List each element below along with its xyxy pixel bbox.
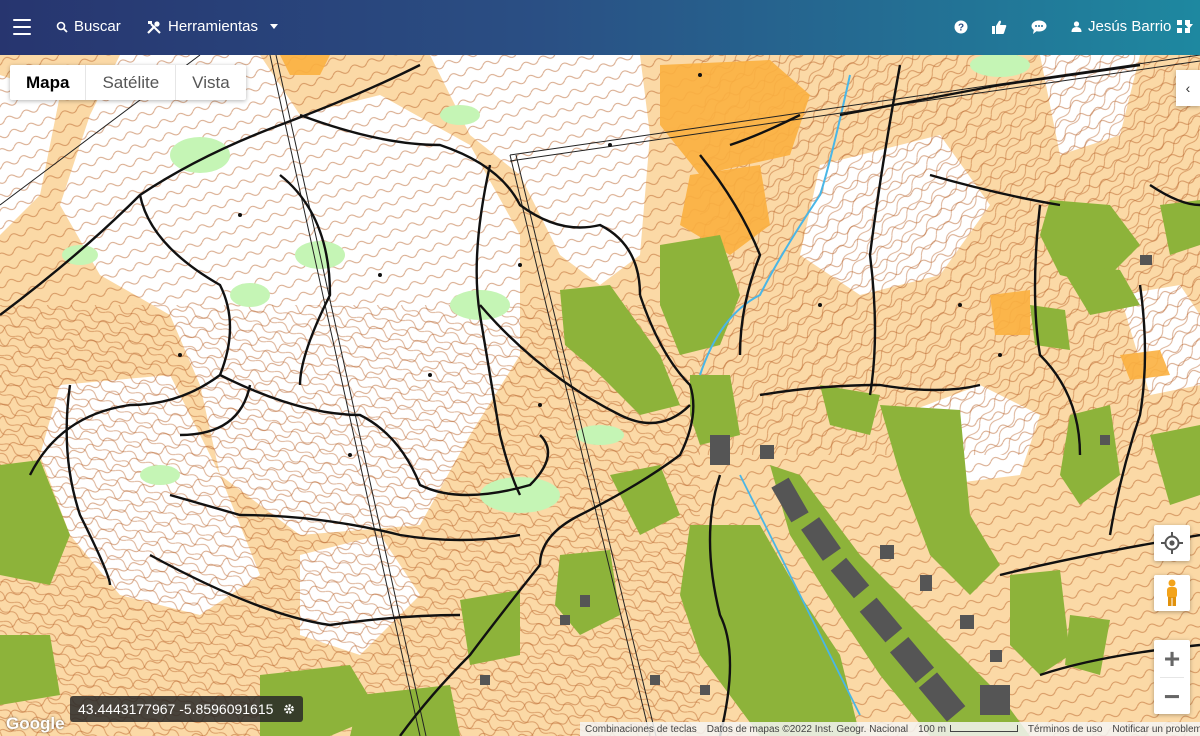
my-location-button[interactable]	[1154, 525, 1190, 561]
user-icon	[1071, 21, 1082, 32]
google-logo[interactable]: Google	[6, 714, 65, 734]
search-label: Buscar	[74, 18, 121, 35]
keyboard-shortcuts-link[interactable]: Combinaciones de teclas	[580, 724, 702, 735]
scale-label: 100 m	[918, 723, 946, 735]
crosshair-icon	[1161, 532, 1183, 554]
chat-icon[interactable]	[1031, 19, 1047, 35]
pegman-icon	[1167, 579, 1177, 606]
scale-bar	[949, 724, 1018, 732]
tools-icon	[147, 20, 161, 34]
street-view-button[interactable]	[1154, 575, 1190, 611]
map-data-text: Datos de mapas ©2022 Inst. Geogr. Nacion…	[706, 723, 909, 735]
map-canvas[interactable]	[0, 55, 1200, 736]
map-type-option-mapa[interactable]: Mapa	[10, 65, 87, 100]
coordinates-display: 43.4443177967 -5.8596091615	[70, 696, 304, 722]
side-panel-toggle[interactable]: ‹	[1176, 70, 1200, 106]
orienteering-map	[0, 55, 1200, 736]
zoom-in-button[interactable]: +	[1154, 640, 1190, 677]
help-icon[interactable]: ?	[953, 19, 969, 35]
chevron-down-icon	[270, 24, 279, 29]
map-type-option-vista[interactable]: Vista	[176, 65, 246, 100]
coordinates-text: 43.4443177967 -5.8596091615	[78, 701, 274, 717]
terms-link[interactable]: Términos de uso	[1023, 724, 1107, 735]
scale-indicator[interactable]: 100 m	[913, 724, 1023, 735]
map-type-option-satelite[interactable]: Satélite	[86, 65, 177, 100]
svg-text:?: ?	[958, 23, 964, 34]
tools-label: Herramientas	[168, 18, 259, 35]
thumbs-up-icon[interactable]	[991, 19, 1007, 35]
gear-icon[interactable]	[283, 703, 295, 715]
report-problem-link[interactable]: Notificar un problema de Maps	[1107, 724, 1200, 735]
map-type-control: Mapa Satélite Vista	[10, 65, 246, 100]
grid-icon[interactable]	[1176, 19, 1192, 35]
search-icon	[56, 21, 68, 33]
user-name: Jesús Barrio	[1088, 18, 1172, 35]
map-attribution: Combinaciones de teclas Datos de mapas ©…	[580, 722, 1200, 736]
top-navbar: Buscar Herramientas ? Jesús Barrio	[0, 0, 1200, 55]
search-button[interactable]: Buscar	[56, 18, 121, 35]
zoom-control: + −	[1154, 640, 1190, 714]
zoom-out-button[interactable]: −	[1154, 678, 1190, 715]
menu-icon[interactable]	[13, 19, 31, 35]
tools-menu-button[interactable]: Herramientas	[146, 18, 279, 35]
chevron-left-icon: ‹	[1185, 80, 1191, 96]
